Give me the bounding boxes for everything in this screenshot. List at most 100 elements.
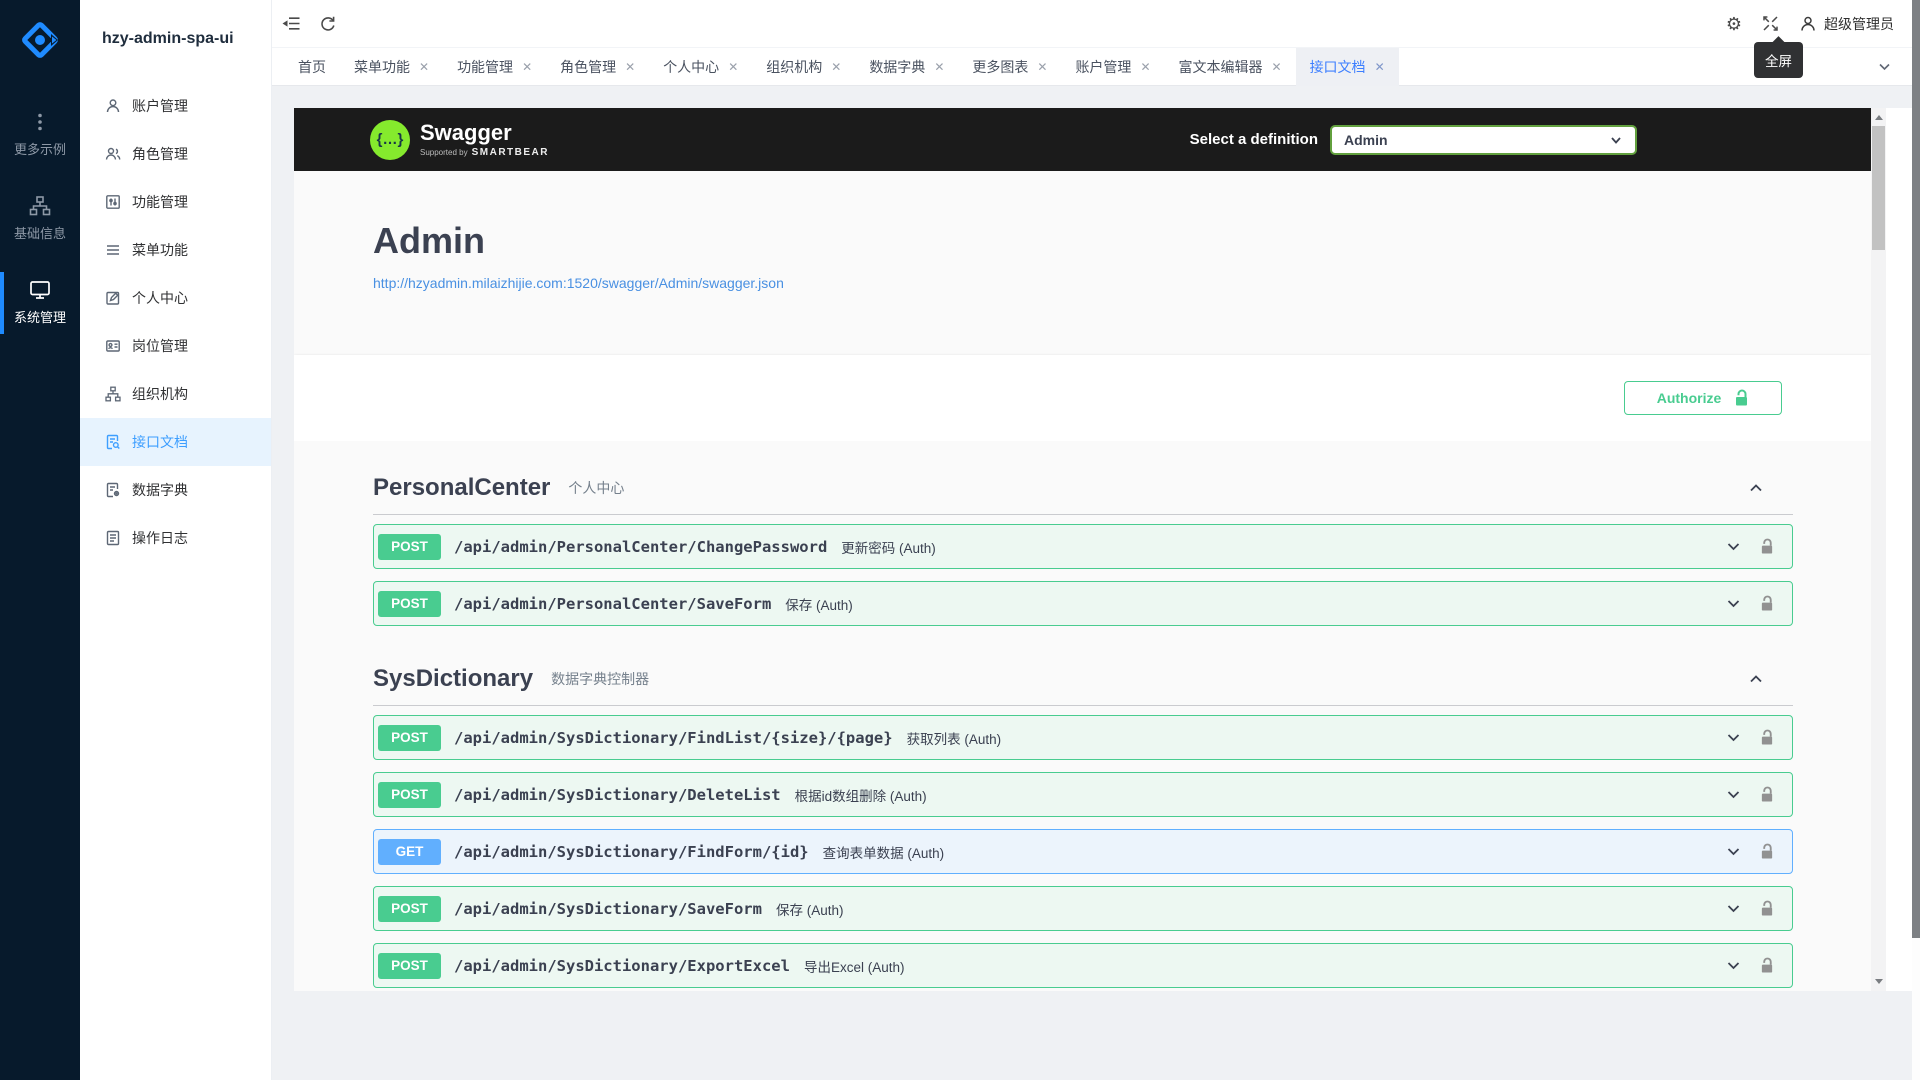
definition-selected-value: Admin [1344,132,1388,148]
fullscreen-icon[interactable] [1762,15,1779,32]
tab-close-icon[interactable]: ✕ [522,60,532,74]
http-method-badge: POST [378,534,441,560]
sidebar-item-role-mgmt[interactable]: 角色管理 [80,130,271,178]
sliders-box-icon [105,194,121,210]
page-scrollbar[interactable] [1912,0,1920,1080]
sidebar-item-feature-mgmt[interactable]: 功能管理 [80,178,271,226]
endpoint-row-changepassword[interactable]: POST /api/admin/PersonalCenter/ChangePas… [373,524,1793,569]
endpoint-row-deletelist[interactable]: POST /api/admin/SysDictionary/DeleteList… [373,772,1793,817]
tab-home[interactable]: 首页 [284,48,340,86]
sidebar-item-operation-logs[interactable]: 操作日志 [80,514,271,562]
endpoint-list: POST /api/admin/PersonalCenter/ChangePas… [373,524,1793,626]
monitor-icon [29,280,51,300]
tab-close-icon[interactable]: ✕ [831,60,841,74]
endpoint-row-exportexcel[interactable]: POST /api/admin/SysDictionary/ExportExce… [373,943,1793,988]
section-collapse-chevron-icon[interactable] [1747,479,1765,497]
auth-lock-icon[interactable] [1760,900,1774,917]
rail-item-basic-info[interactable]: 基础信息 [0,184,80,254]
tab-close-icon[interactable]: ✕ [419,60,429,74]
tab-close-icon[interactable]: ✕ [1375,60,1385,74]
authorize-label: Authorize [1657,390,1722,406]
sidebar-item-menu-functions[interactable]: 菜单功能 [80,226,271,274]
rail-item-system-mgmt[interactable]: 系统管理 [0,268,80,338]
definition-select-label: Select a definition [1190,131,1318,148]
collapse-sidebar-icon[interactable] [282,16,301,31]
endpoint-description: 获取列表 (Auth) [907,728,1002,748]
app-logo[interactable] [0,0,80,80]
tab-menu-functions[interactable]: 菜单功能 ✕ [340,48,443,86]
page-scrollbar-thumb[interactable] [1912,0,1920,938]
tab-more-charts[interactable]: 更多图表 ✕ [958,48,1061,86]
sidebar-item-account-mgmt[interactable]: 账户管理 [80,82,271,130]
section-header[interactable]: PersonalCenter 个人中心 [373,475,1793,501]
endpoint-path: /api/admin/SysDictionary/FindForm/{id} [454,843,809,861]
api-spec-url-link[interactable]: http://hzyadmin.milaizhijie.com:1520/swa… [373,275,784,291]
auth-lock-icon[interactable] [1760,729,1774,746]
tooltip-text: 全屏 [1765,54,1792,69]
auth-lock-icon[interactable] [1760,538,1774,555]
swagger-scrollbar[interactable] [1871,108,1886,991]
api-section-personalcenter: PersonalCenter 个人中心 POST /api/ad [373,475,1793,626]
tab-overflow-chevron-icon[interactable] [1877,48,1892,85]
refresh-icon[interactable] [319,15,337,33]
endpoint-row-sd-saveform[interactable]: POST /api/admin/SysDictionary/SaveForm 保… [373,886,1793,931]
section-title: PersonalCenter [373,475,550,501]
auth-lock-icon[interactable] [1760,957,1774,974]
expand-chevron-icon[interactable] [1725,595,1742,612]
tab-feature-mgmt[interactable]: 功能管理 ✕ [443,48,546,86]
sidebar-item-api-docs[interactable]: 接口文档 [80,418,271,466]
scrollbar-thumb[interactable] [1872,126,1885,250]
tab-api-docs[interactable]: 接口文档 ✕ [1296,48,1399,86]
auth-lock-icon[interactable] [1760,595,1774,612]
definition-select[interactable]: Admin [1330,125,1637,155]
sidebar-item-data-dictionary[interactable]: 数据字典 [80,466,271,514]
auth-lock-icon[interactable] [1760,786,1774,803]
select-chevron-icon [1609,133,1623,147]
expand-chevron-icon[interactable] [1725,843,1742,860]
sidebar-item-org-structure[interactable]: 组织机构 [80,370,271,418]
auth-lock-icon[interactable] [1760,843,1774,860]
expand-chevron-icon[interactable] [1725,538,1742,555]
tab-label: 菜单功能 [354,57,410,77]
tab-personal-center[interactable]: 个人中心 ✕ [649,48,752,86]
sidebar-item-label: 个人中心 [132,288,188,308]
swagger-brand-text: Swagger Supported by SMARTBEAR [420,122,549,158]
expand-chevron-icon[interactable] [1725,900,1742,917]
expand-chevron-icon[interactable] [1725,729,1742,746]
user-menu[interactable]: 超级管理员 [1799,14,1894,34]
section-collapse-chevron-icon[interactable] [1747,670,1765,688]
tab-close-icon[interactable]: ✕ [1140,60,1150,74]
scrollbar-up-arrow[interactable] [1871,110,1886,125]
rail-item-more-examples[interactable]: 更多示例 [0,100,80,170]
settings-gear-icon[interactable]: ⚙ [1726,15,1742,33]
app-root: 更多示例 基础信息 系统管理 hzy-admin-spa-ui [0,0,1920,1080]
endpoint-description: 更新密码 (Auth) [841,537,936,557]
tab-close-icon[interactable]: ✕ [625,60,635,74]
swagger-logo-icon: {…} [370,120,410,160]
tab-close-icon[interactable]: ✕ [1272,60,1282,74]
section-header[interactable]: SysDictionary 数据字典控制器 [373,666,1793,692]
authorize-button[interactable]: Authorize [1624,381,1782,415]
tab-data-dictionary[interactable]: 数据字典 ✕ [855,48,958,86]
tab-close-icon[interactable]: ✕ [728,60,738,74]
expand-chevron-icon[interactable] [1725,957,1742,974]
tab-label: 接口文档 [1310,57,1366,77]
scrollbar-down-arrow[interactable] [1871,974,1886,989]
sidebar-item-post-mgmt[interactable]: 岗位管理 [80,322,271,370]
users-icon [105,146,121,162]
tab-close-icon[interactable]: ✕ [934,60,944,74]
endpoint-row-pc-saveform[interactable]: POST /api/admin/PersonalCenter/SaveForm … [373,581,1793,626]
sidebar-item-personal-center[interactable]: 个人中心 [80,274,271,322]
sidebar-item-label: 接口文档 [132,432,188,452]
icon-rail: 更多示例 基础信息 系统管理 [0,0,80,1080]
endpoint-row-findform[interactable]: GET /api/admin/SysDictionary/FindForm/{i… [373,829,1793,874]
tab-label: 组织机构 [766,57,822,77]
sidebar-item-label: 数据字典 [132,480,188,500]
expand-chevron-icon[interactable] [1725,786,1742,803]
tab-org-structure[interactable]: 组织机构 ✕ [752,48,855,86]
tab-close-icon[interactable]: ✕ [1037,60,1047,74]
tab-account-mgmt[interactable]: 账户管理 ✕ [1061,48,1164,86]
tab-role-mgmt[interactable]: 角色管理 ✕ [546,48,649,86]
tab-rich-text-editor[interactable]: 富文本编辑器 ✕ [1165,48,1296,86]
endpoint-row-findlist[interactable]: POST /api/admin/SysDictionary/FindList/{… [373,715,1793,760]
